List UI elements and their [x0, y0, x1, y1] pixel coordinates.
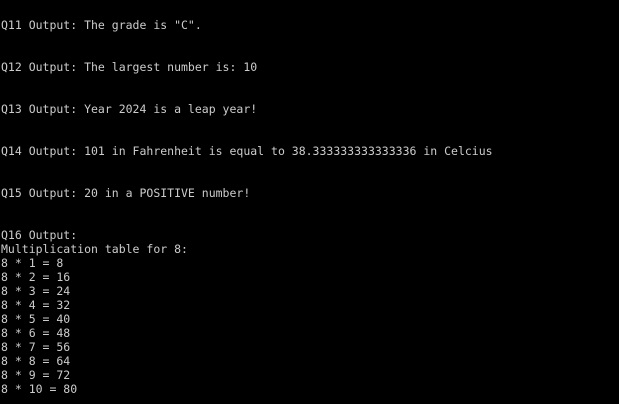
multiplication-row: 8 * 5 = 40: [1, 312, 71, 326]
output-line-q12: Q12 Output: The largest number is: 10: [1, 60, 258, 74]
multiplication-row: 8 * 8 = 64: [1, 354, 71, 368]
multiplication-row: 8 * 3 = 24: [1, 284, 71, 298]
output-line-q16: Q16 Output:: [1, 228, 78, 242]
multiplication-row: 8 * 10 = 80: [1, 382, 78, 396]
output-line-q13: Q13 Output: Year 2024 is a leap year!: [1, 102, 258, 116]
multiplication-row: 8 * 4 = 32: [1, 298, 71, 312]
multiplication-row: 8 * 2 = 16: [1, 270, 71, 284]
multiplication-row: 8 * 7 = 56: [1, 340, 71, 354]
multiplication-row: 8 * 6 = 48: [1, 326, 71, 340]
multiplication-row: 8 * 1 = 8: [1, 256, 64, 270]
multiplication-table-heading: Multiplication table for 8:: [1, 242, 188, 256]
output-line-q11: Q11 Output: The grade is "C".: [1, 18, 202, 32]
output-line-q14: Q14 Output: 101 in Fahrenheit is equal t…: [1, 144, 493, 158]
console-output[interactable]: Q11 Output: The grade is "C". Q12 Output…: [1, 0, 618, 404]
multiplication-row: 8 * 9 = 72: [1, 368, 71, 382]
output-line-q15: Q15 Output: 20 in a POSITIVE number!: [1, 186, 251, 200]
